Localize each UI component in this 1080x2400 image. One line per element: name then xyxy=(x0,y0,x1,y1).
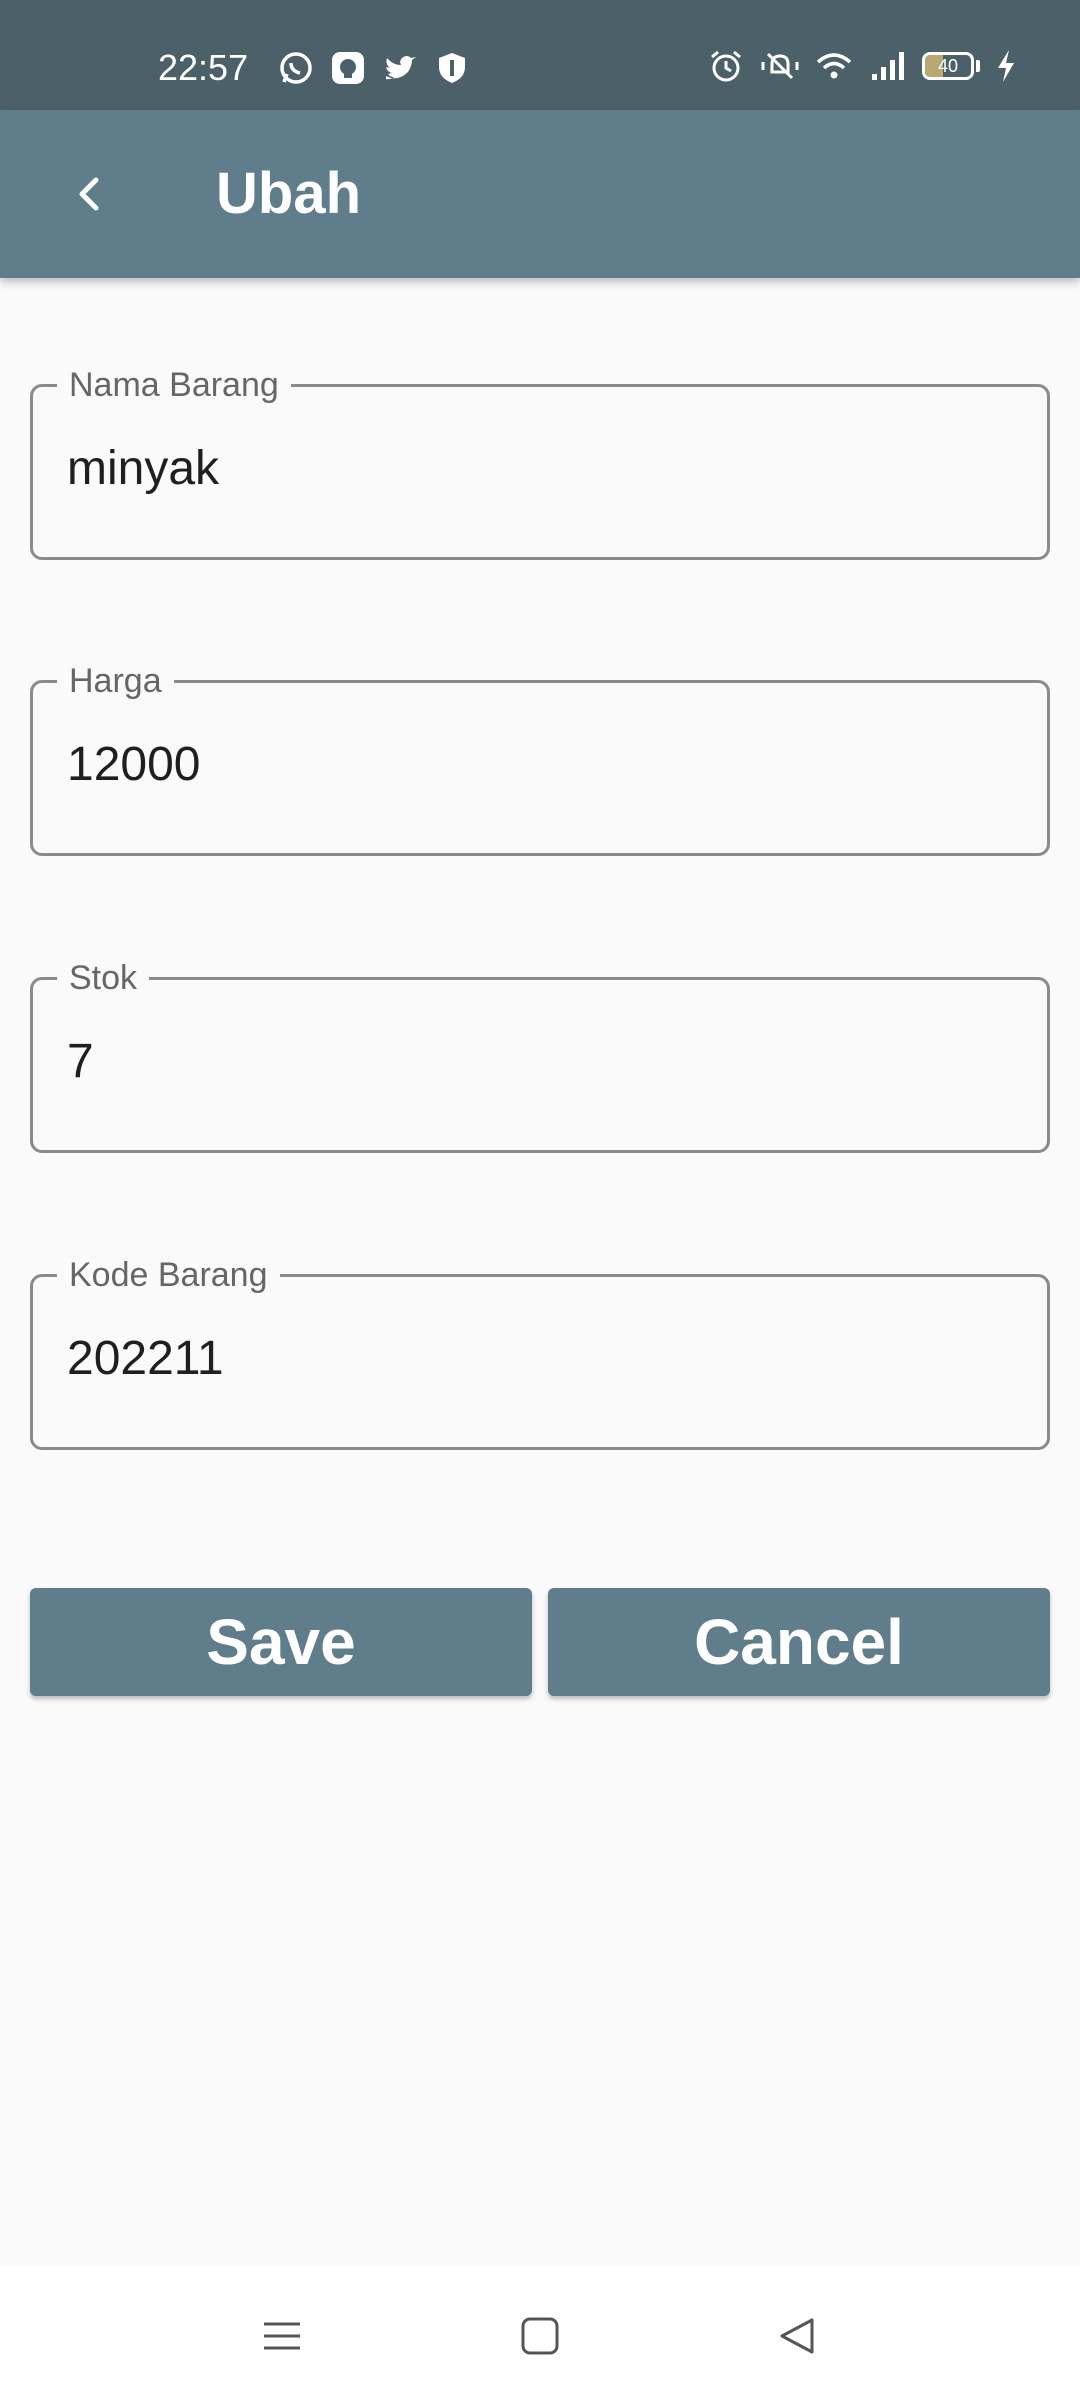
kode-barang-field[interactable]: Kode Barang 202211 xyxy=(30,1255,1050,1450)
back-nav-button[interactable] xyxy=(768,2306,828,2366)
alarm-icon xyxy=(706,46,746,86)
status-time: 22:57 xyxy=(158,47,249,88)
wifi-icon xyxy=(814,46,854,86)
menu-nav-button[interactable] xyxy=(252,2306,312,2366)
page-title: Ubah xyxy=(216,161,361,226)
nama-barang-label: Nama Barang xyxy=(57,365,291,405)
back-button[interactable] xyxy=(50,154,130,234)
home-icon xyxy=(521,2317,559,2355)
stok-input[interactable]: 7 xyxy=(67,1032,1007,1092)
save-button[interactable]: Save xyxy=(30,1588,532,1696)
charging-icon xyxy=(994,46,1018,86)
battery-level: 40 xyxy=(937,56,959,76)
back-triangle-icon xyxy=(780,2318,814,2354)
chevron-left-icon xyxy=(79,177,99,211)
system-nav-bar xyxy=(0,2266,1080,2400)
app-icon xyxy=(328,48,368,88)
harga-input[interactable]: 12000 xyxy=(67,735,1007,795)
shield-icon xyxy=(432,48,472,88)
home-nav-button[interactable] xyxy=(510,2306,570,2366)
nama-barang-field[interactable]: Nama Barang minyak xyxy=(30,365,1050,560)
cancel-button[interactable]: Cancel xyxy=(548,1588,1050,1696)
harga-label: Harga xyxy=(57,661,174,701)
app-bar: Ubah xyxy=(0,110,1080,278)
status-bar: 22:57 40 xyxy=(0,0,1080,110)
stok-field[interactable]: Stok 7 xyxy=(30,958,1050,1153)
battery-tip xyxy=(976,60,980,72)
status-notification-icons xyxy=(276,48,472,88)
vibrate-icon xyxy=(760,46,800,86)
kode-barang-input[interactable]: 202211 xyxy=(67,1329,1007,1389)
menu-icon xyxy=(264,2322,300,2350)
nama-barang-input[interactable]: minyak xyxy=(67,439,1007,499)
twitter-icon xyxy=(380,48,420,88)
signal-icon xyxy=(868,46,908,86)
stok-label: Stok xyxy=(57,958,150,998)
battery-icon: 40 xyxy=(922,52,974,80)
status-system-icons: 40 xyxy=(706,46,1018,86)
harga-field[interactable]: Harga 12000 xyxy=(30,661,1050,856)
whatsapp-icon xyxy=(276,48,316,88)
kode-barang-label: Kode Barang xyxy=(57,1255,280,1295)
